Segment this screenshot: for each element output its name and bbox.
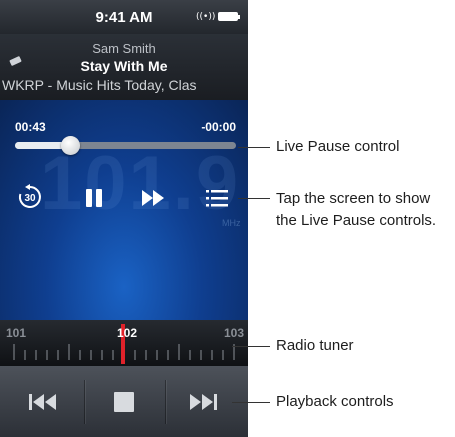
list-icon <box>206 190 228 207</box>
fast-forward-icon <box>142 190 164 206</box>
skip-back-label: 30 <box>24 193 36 204</box>
callout-tap-screen-line2: the Live Pause controls. <box>276 212 437 229</box>
remaining-time: -00:00 <box>201 120 236 134</box>
status-bar: 9:41 AM ((•)) <box>0 0 248 34</box>
skip-back-30-button[interactable]: 30 <box>17 184 43 210</box>
callout-live-pause: Live Pause control <box>276 138 400 155</box>
station-name: WKRP - Music Hits Today, Clas <box>2 77 197 93</box>
skip-back-30-icon: 30 <box>18 184 41 208</box>
elapsed-time: 00:43 <box>15 120 46 134</box>
playback-controls <box>0 366 248 437</box>
tuner-label-102: 102 <box>117 326 138 340</box>
pause-icon <box>86 189 92 207</box>
callout-line-live-pause <box>238 147 270 148</box>
live-pause-scrubber[interactable] <box>15 136 236 155</box>
frequency-unit-background-text: MHz <box>222 218 241 228</box>
divider <box>165 380 166 424</box>
airplay-icon: ((•)) <box>196 12 216 22</box>
next-track-icon <box>190 394 217 410</box>
callout-tap-screen-line1: Tap the screen to show <box>276 190 431 207</box>
stop-button[interactable] <box>114 392 134 412</box>
pause-icon <box>96 189 102 207</box>
callout-playback-controls: Playback controls <box>276 393 394 410</box>
callout-line-radio-tuner <box>232 346 270 347</box>
next-track-button[interactable] <box>189 393 217 416</box>
radio-tuner[interactable]: 101 102 103 <box>0 320 248 366</box>
song-title: Stay With Me <box>80 58 168 74</box>
live-pause-area[interactable]: 101.9 MHz 00:43 -00:00 30 <box>0 100 248 320</box>
battery-icon <box>218 12 240 21</box>
list-button[interactable] <box>206 188 228 208</box>
artist-name: Sam Smith <box>92 41 156 56</box>
tuner-label-101: 101 <box>6 326 27 340</box>
fast-forward-button[interactable] <box>141 189 165 207</box>
previous-track-button[interactable] <box>29 393 57 416</box>
device-screen: 9:41 AM ((•)) Sam Smith Stay With Me WKR… <box>0 0 248 437</box>
callout-line-playback <box>232 402 270 403</box>
previous-track-icon <box>29 394 56 410</box>
now-playing-header[interactable]: Sam Smith Stay With Me WKRP - Music Hits… <box>0 34 248 100</box>
callout-radio-tuner: Radio tuner <box>276 337 354 354</box>
pause-button[interactable] <box>84 188 104 208</box>
divider <box>84 380 85 424</box>
tuner-label-103: 103 <box>224 326 245 340</box>
callout-line-tap-screen <box>238 198 270 199</box>
